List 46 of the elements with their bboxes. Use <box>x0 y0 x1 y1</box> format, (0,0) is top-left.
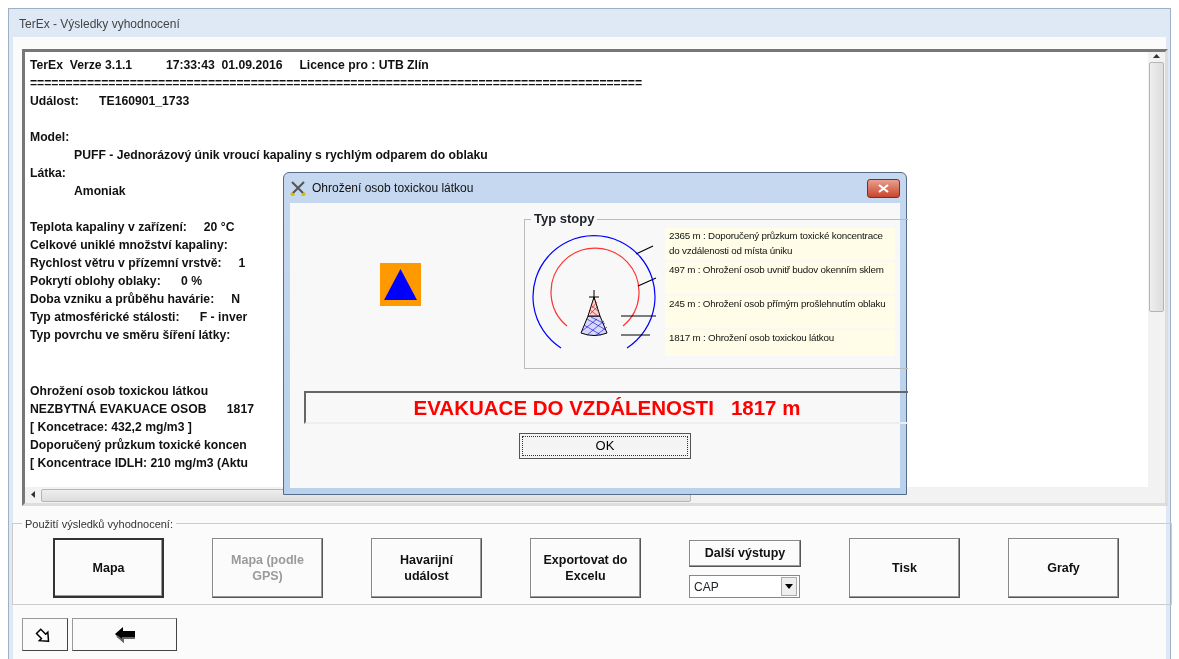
back-button[interactable] <box>72 618 177 651</box>
action-button: Mapa (podle GPS) <box>212 538 323 598</box>
format-dropdown[interactable]: CAP <box>689 575 800 598</box>
report-line: Doba vzniku a průběhu havárie: N <box>30 291 240 308</box>
evacuation-message: EVAKUACE DO VZDÁLENOSTI 1817 m <box>304 391 908 424</box>
report-line: Ohrožení osob toxickou látkou <box>30 383 209 400</box>
ok-button[interactable]: OK <box>519 433 691 459</box>
action-button[interactable]: Exportovat do Excelu <box>530 538 641 598</box>
dialog-title: Ohrožení osob toxickou látkou <box>312 180 474 197</box>
legend-title: Typ stopy <box>531 211 598 227</box>
window-title: TerEx - Výsledky vyhodnocení <box>18 16 181 33</box>
report-line: Teplota kapaliny v zařízení: 20 °C <box>30 219 235 236</box>
report-line: [ Koncentrace IDLH: 210 mg/m3 (Aktu <box>30 455 249 472</box>
legend-label: 245 m : Ohrožení osob přímým prošlehnutím oblaku <box>665 296 895 328</box>
crossed-swords-icon <box>290 180 306 196</box>
report-line: [ Koncetrace: 432,2 mg/m3 ] <box>30 419 192 436</box>
action-button[interactable]: Tisk <box>849 538 960 598</box>
report-line: Doporučený průzkum toxické koncen <box>30 437 247 454</box>
forward-button[interactable] <box>22 618 68 651</box>
report-line: PUFF - Jednorázový únik vroucí kapaliny s rychlým odparem do oblaku <box>74 147 488 164</box>
report-line: NEZBYTNÁ EVAKUACE OSOB 1817 <box>30 400 254 418</box>
report-line: Celkové uniklé množství kapaliny: <box>30 237 228 254</box>
close-button[interactable] <box>867 178 900 198</box>
legend-label: 2365 m : Doporučený průzkum toxické koncentrace do vzdálenosti od místa úniku <box>665 228 895 260</box>
action-button[interactable]: Grafy <box>1008 538 1119 598</box>
close-icon <box>878 183 889 193</box>
action-button[interactable]: Mapa <box>53 538 164 598</box>
report-line: Model: <box>30 129 70 146</box>
report-line: Rychlost větru v přízemní vrstvě: 1 <box>30 255 246 272</box>
report-line: Typ povrchu ve směru šíření látky: <box>30 327 231 344</box>
legend-label: 497 m : Ohrožení osob uvnitř budov okenním sklem <box>665 262 895 294</box>
report-line: Událost: TE160901_1733 <box>30 93 190 110</box>
report-line: ====================================================================================== <box>30 75 643 92</box>
legend-label: 1817 m : Ohrožení osob toxickou látkou <box>665 330 895 356</box>
action-button[interactable]: Další výstupy <box>689 540 801 567</box>
report-line: Pokrytí oblohy oblaky: 0 % <box>30 273 203 290</box>
scroll-left-icon[interactable] <box>31 491 35 499</box>
scroll-up-icon[interactable] <box>1153 53 1160 58</box>
report-line: Amoniak <box>74 183 126 200</box>
action-button[interactable]: Havarijní událost <box>371 538 482 598</box>
report-line: Látka: <box>30 165 66 182</box>
report-line: TerEx Verze 3.1.1 17:33:43 01.09.2016 Licence pro : UTB Zlín <box>30 57 429 74</box>
vertical-scrollbar[interactable] <box>1148 52 1165 487</box>
group-label: Použití výsledků vyhodnocení: <box>22 516 176 533</box>
report-line: Typ atmosférické stálosti: F - inver <box>30 309 248 326</box>
dropdown-arrow-icon <box>785 584 793 589</box>
